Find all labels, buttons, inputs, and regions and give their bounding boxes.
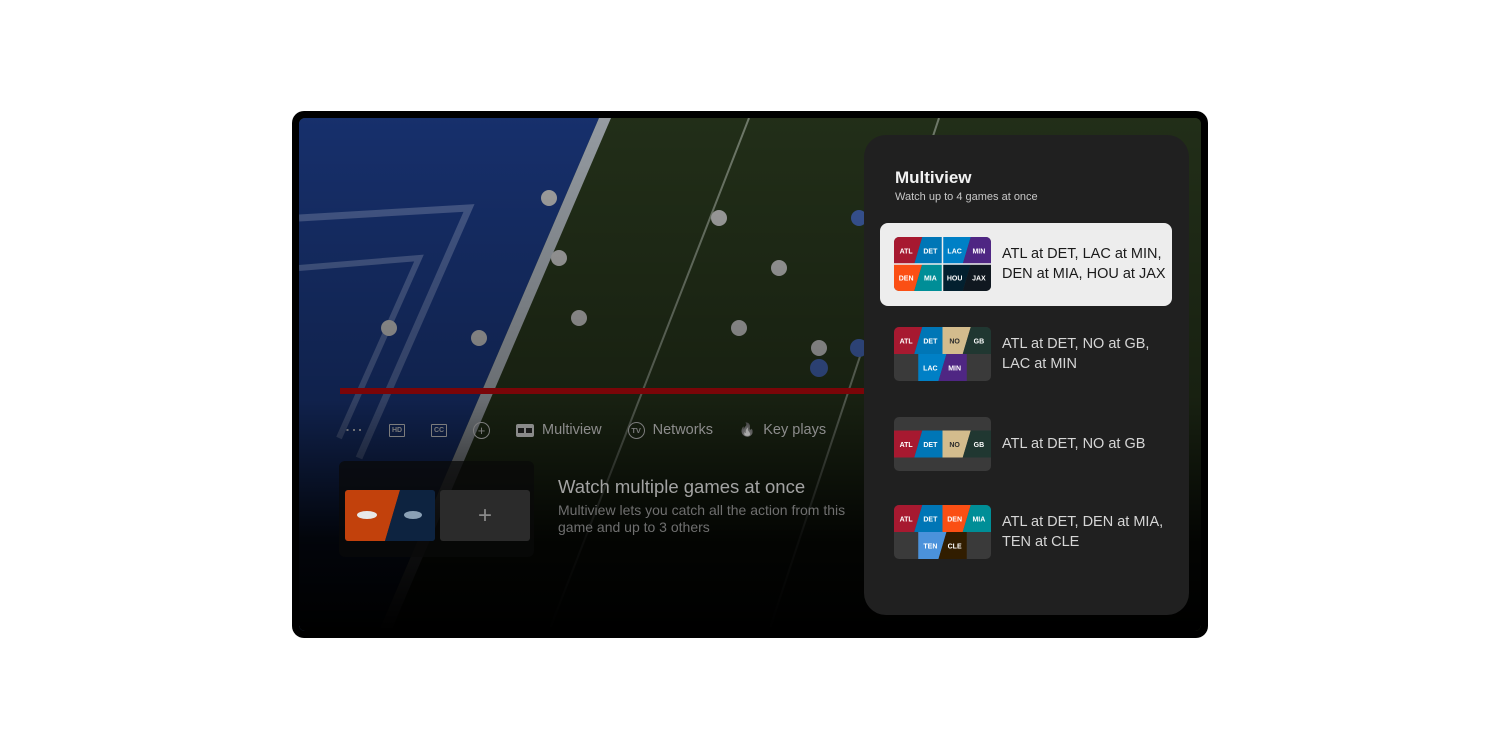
team-logo-cle: CLE [948,544,962,551]
option-label: ATL at DET, NO at GB [1002,436,1146,452]
team-logo-ten: TEN [923,544,937,551]
networks-button[interactable]: TV Networks [627,421,714,439]
team-logo-det: DET [923,339,938,346]
multiview-icon [516,423,534,437]
team-logo-gb: GB [974,442,985,449]
key-plays-label: Key plays [763,422,827,438]
option-label: ATL at DET, LAC at MIN, DEN at MIA, HOU … [1002,246,1166,282]
captions-button[interactable]: CC [431,423,447,437]
flame-icon: 🔥 [739,422,756,437]
panel-subtitle: Watch up to 4 games at once [895,191,1038,203]
add-button[interactable]: + [473,421,490,439]
multiview-panel: Multiview Watch up to 4 games at once AT… [864,135,1189,615]
team-logo-atl: ATL [900,339,914,346]
add-game-tile[interactable]: + [440,490,530,541]
team-logo-no: NO [949,339,960,346]
tv-frame: ⋮ HD CC + Multiview TV Networks 🔥 Key play… [292,111,1208,638]
more-vertical-icon[interactable]: ⋮ [344,421,364,439]
option-label: ATL at DET, NO at GB, LAC at MIN [1002,336,1150,372]
team-logo-no: NO [949,442,960,449]
team-logo-det: DET [923,517,938,524]
team-logo-den: DEN [899,276,914,283]
promo-description: Multiview lets you catch all the action … [558,502,846,535]
team-logo-mia: MIA [924,276,937,283]
current-game-tile[interactable] [345,490,435,541]
team-logo-gb: GB [974,339,985,346]
team-logo-atl: ATL [900,249,914,256]
closed-captions-icon: CC [431,423,447,437]
team-logo-atl: ATL [900,517,914,524]
hd-icon: HD [389,423,405,437]
current-game-logos [345,490,435,541]
option-thumbnail: ATL DET NO GB LAC MIN [894,327,991,381]
team-logo-lac: LAC [923,366,937,373]
multiview-option[interactable]: ATL DET NO GB LAC MIN ATL at DET, NO at GB, LA… [880,313,1172,396]
multiview-button[interactable]: Multiview [516,422,602,438]
key-plays-button[interactable]: 🔥 Key plays [739,422,826,438]
multiview-option[interactable]: ATL DET LAC MIN DEN MIA HOU JAX ATL at DET, LAC … [880,223,1172,306]
hd-button[interactable]: HD [389,423,405,437]
seahawks-logo [404,511,422,519]
team-logo-min: MIN [948,366,961,373]
multiview-option[interactable]: ATL DET NO GB ATL at DET, NO at GB [880,403,1172,486]
team-logo-den: DEN [947,517,962,524]
team-logo-min: MIN [972,249,985,256]
progress-bar[interactable] [340,388,880,394]
team-logo-det: DET [923,442,938,449]
team-logo-jax: JAX [972,276,986,283]
video-player[interactable]: ⋮ HD CC + Multiview TV Networks 🔥 Key play… [299,118,1201,631]
option-thumbnail: ATL DET LAC MIN DEN MIA HOU JAX [894,237,991,291]
team-logo-det: DET [923,249,938,256]
multiview-label: Multiview [542,422,602,438]
panel-title: Multiview [895,168,972,187]
tv-icon: TV [627,421,645,439]
team-logo-hou: HOU [947,276,963,283]
networks-label: Networks [652,422,714,438]
option-thumbnail: ATL DET NO GB [894,417,991,471]
team-logo-atl: ATL [900,442,914,449]
multiview-option[interactable]: ATL DET DEN MIA TEN CLE ATL at DET, DEN at MIA… [880,491,1172,574]
option-thumbnail: ATL DET DEN MIA TEN CLE [894,505,991,559]
player-controls: ⋮ HD CC + Multiview TV Networks 🔥 Key play… [344,418,852,442]
add-circle-icon: + [473,421,490,439]
team-logo-lac: LAC [947,249,961,256]
team-logo-mia: MIA [972,517,985,524]
option-label: ATL at DET, DEN at MIA, TEN at CLE [1002,514,1164,550]
promo-title: Watch multiple games at once [558,476,806,497]
broncos-logo [357,511,377,519]
